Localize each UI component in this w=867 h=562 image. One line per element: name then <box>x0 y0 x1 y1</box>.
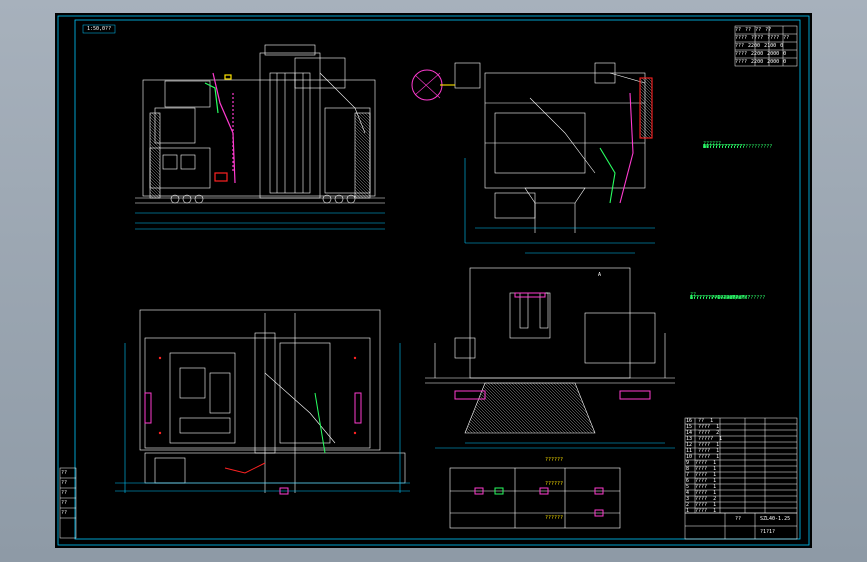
top-table-cell: ?? <box>783 35 790 41</box>
top-table-cell: 2000 <box>767 51 780 57</box>
front-elevation-accents <box>204 72 236 184</box>
top-table-cell: 0 <box>783 51 787 57</box>
top-table-cell: 0 <box>783 59 787 65</box>
top-table-cell: 2100 <box>764 43 777 49</box>
top-table-header: ?? <box>745 27 752 33</box>
side-elevation-view <box>411 62 655 254</box>
schematic-label: ?????? <box>545 457 564 463</box>
revision-cell: ?? <box>61 480 68 486</box>
top-table-cell: 2200 <box>748 43 761 49</box>
top-table-cell: 2200 <box>751 51 764 57</box>
parts-list: 16 ?? 1 15 ???? 1 14 ???? 2 13 ????? 1 1… <box>686 418 798 514</box>
top-table-header: ?? <box>765 27 772 33</box>
plan-view-accents <box>144 356 362 495</box>
scale-label: 1:50,0?? <box>87 26 112 32</box>
top-table-cell: 0 <box>780 43 784 49</box>
title-block-sheet-no: ?1?1? <box>760 529 776 535</box>
top-table: ?? ?? ?? ?? ???? ???? ???? ?? ??? 2200 2… <box>735 27 797 65</box>
revision-cell: ?? <box>61 510 68 516</box>
top-table-header: ?? <box>755 27 762 33</box>
top-table-cell: ???? <box>735 35 748 41</box>
top-table-cell: 2200 <box>751 59 764 65</box>
revision-cell: ?? <box>61 470 68 476</box>
top-table-cell: ???? <box>767 35 780 41</box>
plan-view <box>115 309 410 493</box>
parts-cell: 1 <box>713 508 717 514</box>
top-table-cell: ??? <box>735 43 745 49</box>
parts-row: 1 ???? 1 <box>686 508 798 514</box>
title-block-title: ?? <box>735 516 742 522</box>
left-revision-table: ?? ?? ?? ?? ?? <box>61 470 67 516</box>
note-line: 11??????????? <box>703 144 743 150</box>
front-elevation-view <box>135 44 385 230</box>
flow-schematic <box>449 467 621 529</box>
title-block-drawing-no: SZL40-1.25 <box>760 516 791 522</box>
top-table-header: ?? <box>735 27 742 33</box>
view-marker: A <box>598 272 602 278</box>
revision-cell: ?? <box>61 490 68 496</box>
revision-cell: ?? <box>61 500 68 506</box>
side-elevation-accents <box>440 77 653 204</box>
flow-schematic-accents <box>474 487 604 517</box>
top-table-cell: ???? <box>751 35 764 41</box>
top-table-cell: 2000 <box>767 59 780 65</box>
top-table-cell: ???? <box>735 59 748 65</box>
schematic-label: ?????? <box>545 481 564 487</box>
rear-elevation-view <box>425 267 675 449</box>
parts-cell: ???? <box>695 508 708 514</box>
note-line: 8???????????????? <box>690 295 742 301</box>
parts-cell: 1 <box>686 508 690 514</box>
cad-viewport: 1:50,0?? A ?? ?? ?? ?? ???? ???? ???? ??… <box>0 0 867 562</box>
drawing-sheet: 1:50,0?? A ?? ?? ?? ?? ???? ???? ???? ??… <box>55 13 812 548</box>
top-table-cell: ???? <box>735 51 748 57</box>
schematic-label: ?????? <box>545 515 564 521</box>
